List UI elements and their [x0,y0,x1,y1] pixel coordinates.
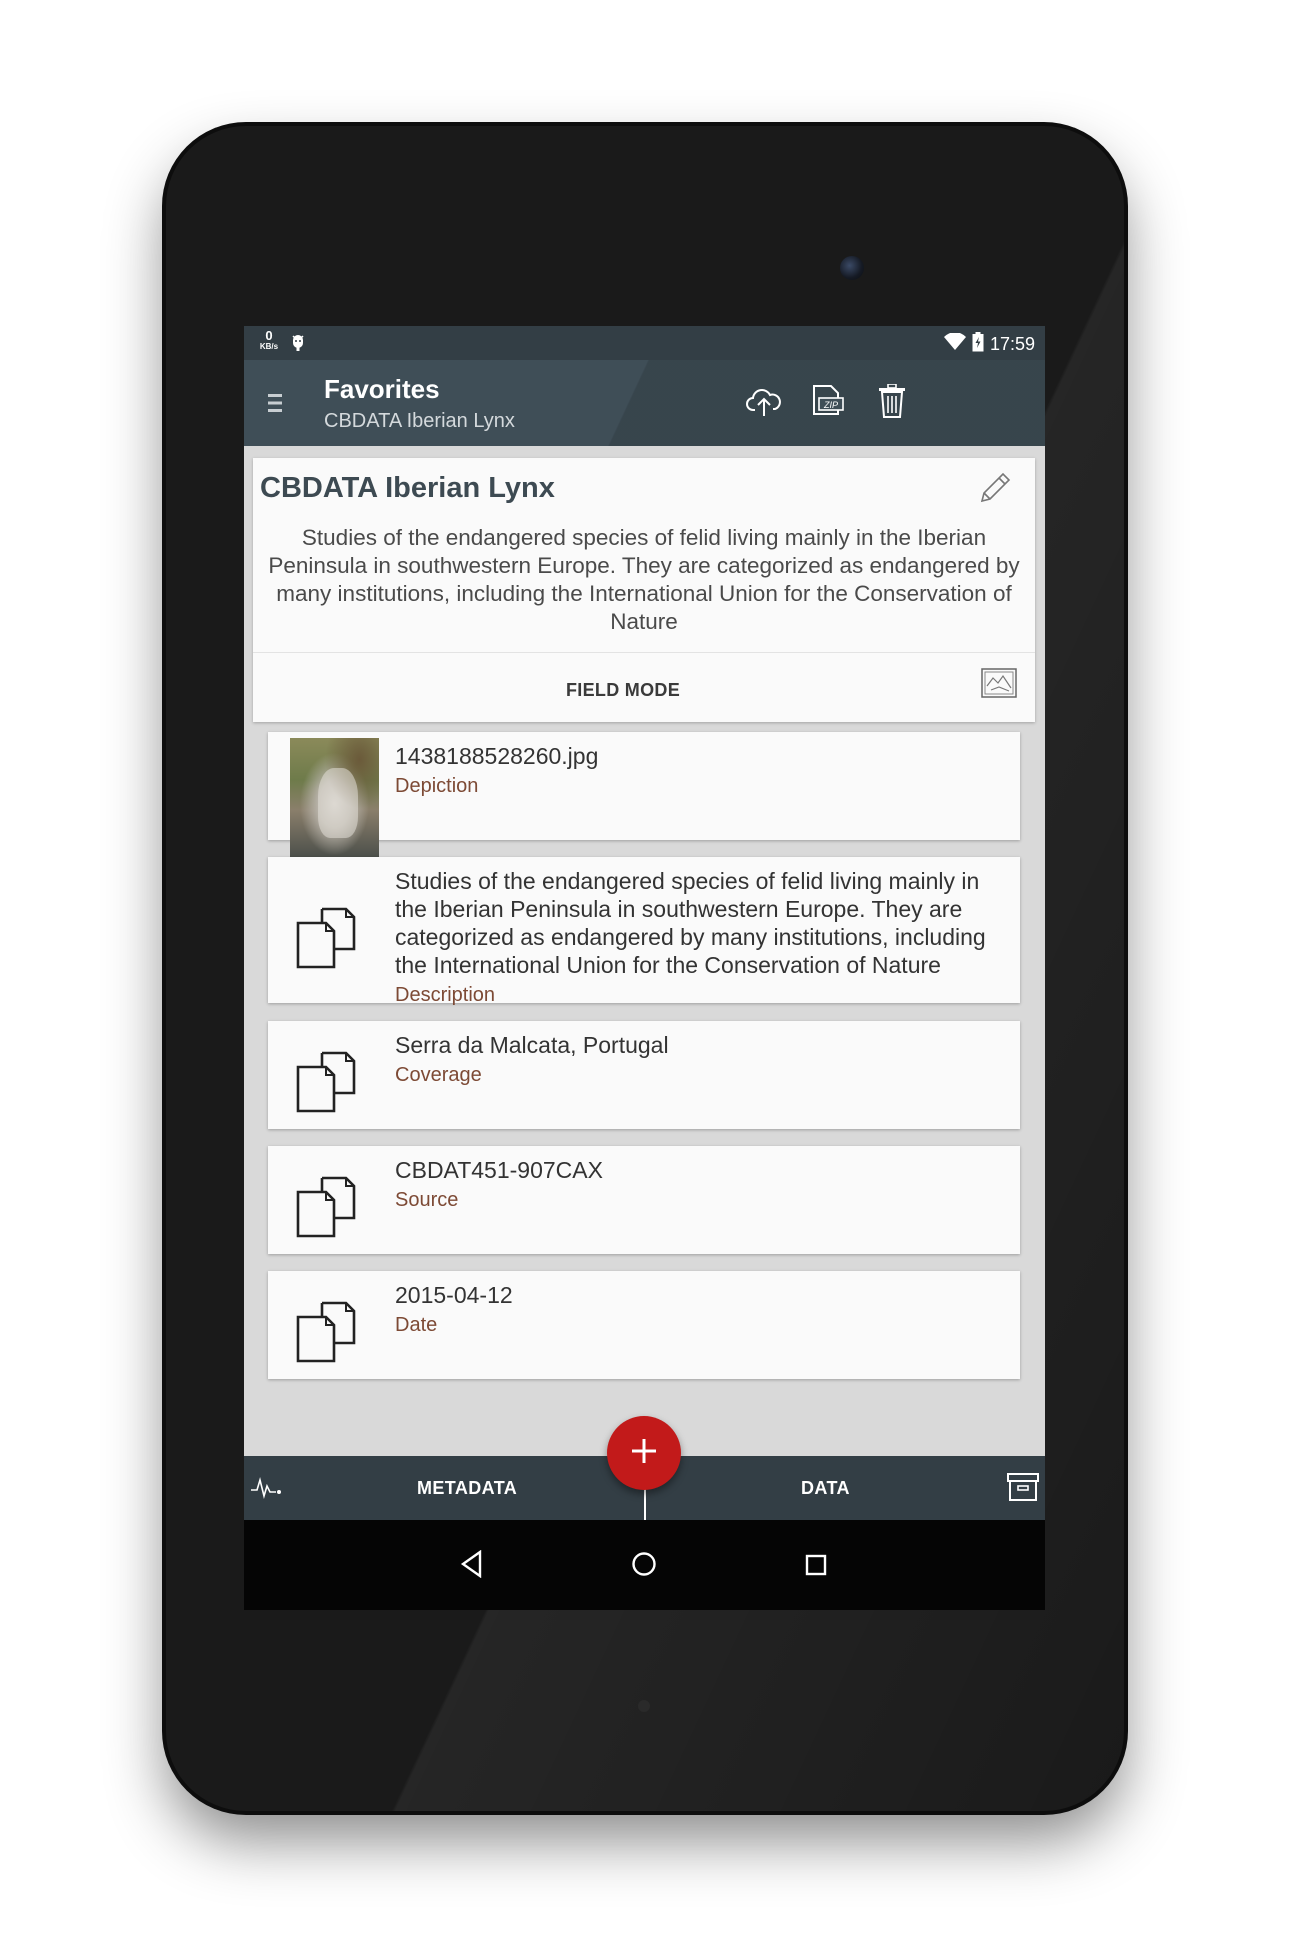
front-camera [840,256,864,280]
list-item[interactable]: 2015-04-12 Date [268,1271,1020,1379]
back-icon[interactable] [460,1549,484,1583]
svg-text:ZIP: ZIP [823,400,838,410]
home-icon[interactable] [631,1551,657,1582]
depiction-thumbnail[interactable] [290,738,379,858]
menu-icon[interactable] [268,392,282,419]
battery-icon [972,332,984,357]
toolbar-title: Favorites [324,374,440,404]
network-speed: 0 KB/s [256,328,282,352]
item-label: Coverage [395,1064,482,1086]
card-divider [253,652,1035,653]
item-value: Studies of the endangered species of fel… [395,868,986,978]
field-mode-button[interactable]: FIELD MODE [253,680,993,701]
list-item[interactable]: Serra da Malcata, Portugal Coverage [268,1021,1020,1129]
documents-icon [296,1176,358,1243]
map-icon[interactable] [981,668,1017,703]
item-label: Date [395,1314,438,1336]
item-label: Depiction [395,775,479,797]
archive-icon[interactable] [1007,1472,1039,1507]
status-bar: 0 KB/s 17:59 [244,326,1045,360]
edit-pencil-icon[interactable] [975,470,1013,513]
item-label: Source [395,1189,459,1211]
system-nav-bar [244,1520,1045,1610]
activity-pulse-icon[interactable] [250,1474,284,1505]
trash-icon[interactable] [878,383,906,423]
cloud-upload-icon[interactable] [746,384,782,423]
documents-icon [296,1051,358,1118]
status-time: 17:59 [989,334,1035,354]
wifi-icon [943,332,966,356]
collection-description: Studies of the endangered species of fel… [268,525,1020,634]
plus-icon [629,1436,659,1471]
network-speed-unit: KB/s [259,342,279,351]
documents-icon [296,1301,358,1368]
android-icon [290,333,306,356]
app-toolbar: Favorites CBDATA Iberian Lynx ZIP [244,360,1045,446]
item-label: Description [395,984,496,1006]
tab-metadata[interactable]: METADATA [417,1478,517,1499]
bottom-sensor [638,1700,650,1712]
zip-file-icon[interactable]: ZIP [811,384,845,423]
content-area[interactable]: CBDATA Iberian Lynx Studies of the endan… [244,446,1045,1456]
network-speed-value: 0 [265,328,273,343]
item-value: Serra da Malcata, Portugal [395,1032,669,1058]
list-item[interactable]: 1438188528260.jpg Depiction [268,732,1020,858]
recent-apps-icon[interactable] [805,1554,827,1581]
item-value: 2015-04-12 [395,1282,513,1308]
add-fab-button[interactable] [607,1416,681,1490]
collection-header-card: CBDATA Iberian Lynx Studies of the endan… [253,458,1035,722]
item-value: CBDAT451-907CAX [395,1157,603,1183]
toolbar-subtitle: CBDATA Iberian Lynx [324,410,515,432]
documents-icon [296,907,358,974]
screen: 0 KB/s 17:59 Favorites CBDATA Iberian Ly… [244,326,1045,1610]
tab-data[interactable]: DATA [801,1478,850,1499]
list-item[interactable]: Studies of the endangered species of fel… [268,857,1020,1006]
list-item[interactable]: CBDAT451-907CAX Source [268,1146,1020,1254]
collection-title: CBDATA Iberian Lynx [260,472,555,504]
item-value: 1438188528260.jpg [395,743,599,769]
